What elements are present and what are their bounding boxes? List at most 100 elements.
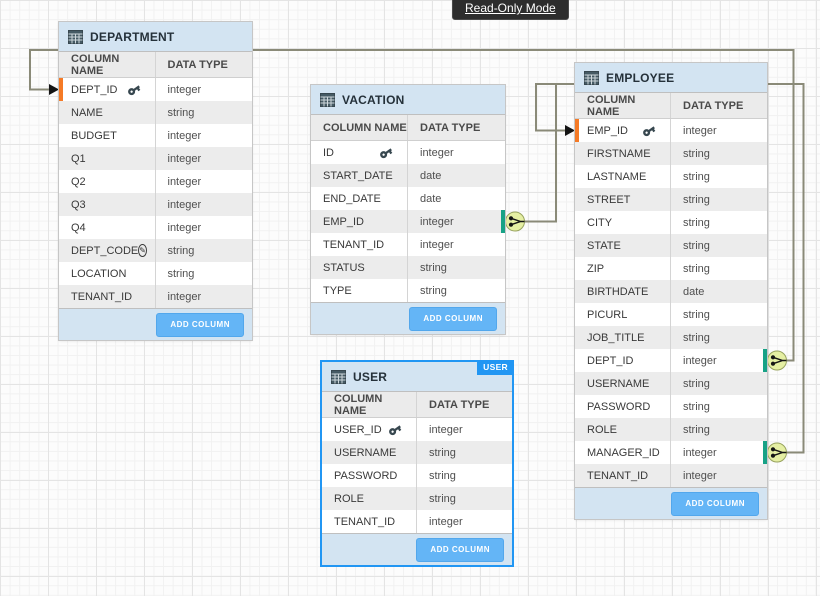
column-type-cell: integer (156, 170, 253, 193)
table-user[interactable]: USER USER COLUMN NAME DATA TYPE USER_IDi… (320, 360, 514, 567)
column-row-dept_id[interactable]: DEPT_ID integer (59, 78, 252, 101)
column-row-password[interactable]: PASSWORDstring (322, 464, 512, 487)
key-icon-glyph (642, 124, 656, 138)
column-name-text: CITY (587, 217, 612, 229)
column-name-cell: DEPT_ID (575, 349, 671, 372)
column-row-birthdate[interactable]: BIRTHDATEdate (575, 280, 767, 303)
table-employee[interactable]: EMPLOYEE COLUMN NAME DATA TYPE EMP_IDint… (575, 63, 767, 519)
connector-employee-managerid[interactable] (768, 443, 787, 462)
column-type-cell: integer (408, 141, 505, 164)
connector-vacation-empid[interactable] (506, 212, 525, 231)
table-title: EMPLOYEE (606, 71, 674, 85)
column-name-cell: FIRSTNAME (575, 142, 671, 165)
column-name-cell: EMP_ID (311, 210, 408, 233)
column-row-username[interactable]: USERNAMEstring (575, 372, 767, 395)
column-row-firstname[interactable]: FIRSTNAMEstring (575, 142, 767, 165)
table-footer: ADD COLUMN (322, 533, 512, 565)
selected-table-badge: USER (477, 360, 514, 375)
column-name-text: END_DATE (323, 193, 381, 205)
column-name-text: TENANT_ID (71, 291, 132, 303)
column-name-text: BUDGET (71, 130, 117, 142)
column-row-id[interactable]: IDinteger (311, 141, 505, 164)
data-type-header: DATA TYPE (417, 392, 512, 417)
column-type-cell: date (408, 164, 505, 187)
column-row-dept_id[interactable]: DEPT_IDinteger (575, 349, 767, 372)
column-row-q3[interactable]: Q3integer (59, 193, 252, 216)
column-name-cell: DEPT_CODE✎ (59, 239, 156, 262)
column-row-start_date[interactable]: START_DATEdate (311, 164, 505, 187)
column-row-budget[interactable]: BUDGET integer (59, 124, 252, 147)
column-row-type[interactable]: TYPEstring (311, 279, 505, 302)
connector-employee-deptid[interactable] (768, 351, 787, 370)
add-column-button[interactable]: ADD COLUMN (156, 313, 244, 337)
primary-key-icon (127, 83, 141, 97)
column-name-text: JOB_TITLE (587, 332, 644, 344)
table-vacation-header[interactable]: VACATION (311, 85, 505, 115)
column-row-street[interactable]: STREETstring (575, 188, 767, 211)
column-type-cell: string (671, 234, 767, 257)
column-row-zip[interactable]: ZIPstring (575, 257, 767, 280)
column-type-cell: string (156, 262, 253, 285)
column-name-cell: DEPT_ID (59, 78, 156, 101)
column-row-role[interactable]: ROLEstring (575, 418, 767, 441)
table-employee-header[interactable]: EMPLOYEE (575, 63, 767, 93)
column-row-q2[interactable]: Q2integer (59, 170, 252, 193)
table-title: USER (353, 370, 387, 384)
column-row-job_title[interactable]: JOB_TITLEstring (575, 326, 767, 349)
column-row-end_date[interactable]: END_DATEdate (311, 187, 505, 210)
column-row-tenant_id[interactable]: TENANT_IDinteger (311, 233, 505, 256)
add-column-button[interactable]: ADD COLUMN (671, 492, 759, 516)
column-row-state[interactable]: STATEstring (575, 234, 767, 257)
column-name-cell: ROLE (322, 487, 417, 510)
column-row-role[interactable]: ROLEstring (322, 487, 512, 510)
column-row-emp_id[interactable]: EMP_IDinteger (575, 119, 767, 142)
column-row-tenant_id[interactable]: TENANT_IDinteger (59, 285, 252, 308)
column-row-status[interactable]: STATUS string (311, 256, 505, 279)
column-type-cell: integer (156, 78, 253, 101)
table-title: VACATION (342, 93, 405, 107)
column-type-cell: integer (156, 124, 253, 147)
column-row-username[interactable]: USERNAMEstring (322, 441, 512, 464)
column-row-q1[interactable]: Q1integer (59, 147, 252, 170)
table-vacation[interactable]: VACATION COLUMN NAME DATA TYPE IDinteger… (311, 85, 505, 334)
table-department-header[interactable]: DEPARTMENT (59, 22, 252, 52)
schema-canvas[interactable]: Read-Only Mode DEPARTMENT COLUMN NAME DA… (0, 0, 820, 596)
column-name-text: EMP_ID (323, 216, 364, 228)
column-name-text: USER_ID (334, 424, 382, 436)
column-row-dept_code[interactable]: DEPT_CODE✎string (59, 239, 252, 262)
column-name-text: STATUS (323, 262, 365, 274)
column-name-cell: BUDGET (59, 124, 156, 147)
column-row-name[interactable]: NAMEstring (59, 101, 252, 124)
column-name-text: Q1 (71, 153, 86, 165)
column-type-cell: string (408, 256, 505, 279)
add-column-button[interactable]: ADD COLUMN (416, 538, 504, 562)
column-name-cell: EMP_ID (575, 119, 671, 142)
column-row-lastname[interactable]: LASTNAMEstring (575, 165, 767, 188)
column-row-tenant_id[interactable]: TENANT_IDinteger (322, 510, 512, 533)
add-column-button[interactable]: ADD COLUMN (409, 307, 497, 331)
read-only-mode-badge: Read-Only Mode (452, 0, 569, 20)
column-header-row: COLUMN NAME DATA TYPE (311, 115, 505, 141)
table-icon-glyph (331, 370, 346, 384)
column-row-emp_id[interactable]: EMP_IDinteger (311, 210, 505, 233)
column-row-city[interactable]: CITYstring (575, 211, 767, 234)
column-row-password[interactable]: PASSWORDstring (575, 395, 767, 418)
column-name-text: DEPT_ID (587, 355, 633, 367)
column-type-cell: string (671, 395, 767, 418)
column-name-text: ROLE (587, 424, 617, 436)
column-name-cell: Q4 (59, 216, 156, 239)
column-row-q4[interactable]: Q4integer (59, 216, 252, 239)
column-row-picurl[interactable]: PICURLstring (575, 303, 767, 326)
column-name-header: COLUMN NAME (575, 93, 671, 118)
table-department[interactable]: DEPARTMENT COLUMN NAME DATA TYPE DEPT_ID… (59, 22, 252, 340)
column-name-cell: TENANT_ID (311, 233, 408, 256)
column-row-manager_id[interactable]: MANAGER_IDinteger (575, 441, 767, 464)
column-name-text: ROLE (334, 493, 364, 505)
column-row-location[interactable]: LOCATIONstring (59, 262, 252, 285)
column-name-text: FIRSTNAME (587, 148, 651, 160)
column-name-cell: MANAGER_ID (575, 441, 671, 464)
column-row-user_id[interactable]: USER_IDinteger (322, 418, 512, 441)
column-type-cell: string (408, 279, 505, 302)
column-name-text: DEPT_ID (71, 84, 117, 96)
column-row-tenant_id[interactable]: TENANT_IDinteger (575, 464, 767, 487)
